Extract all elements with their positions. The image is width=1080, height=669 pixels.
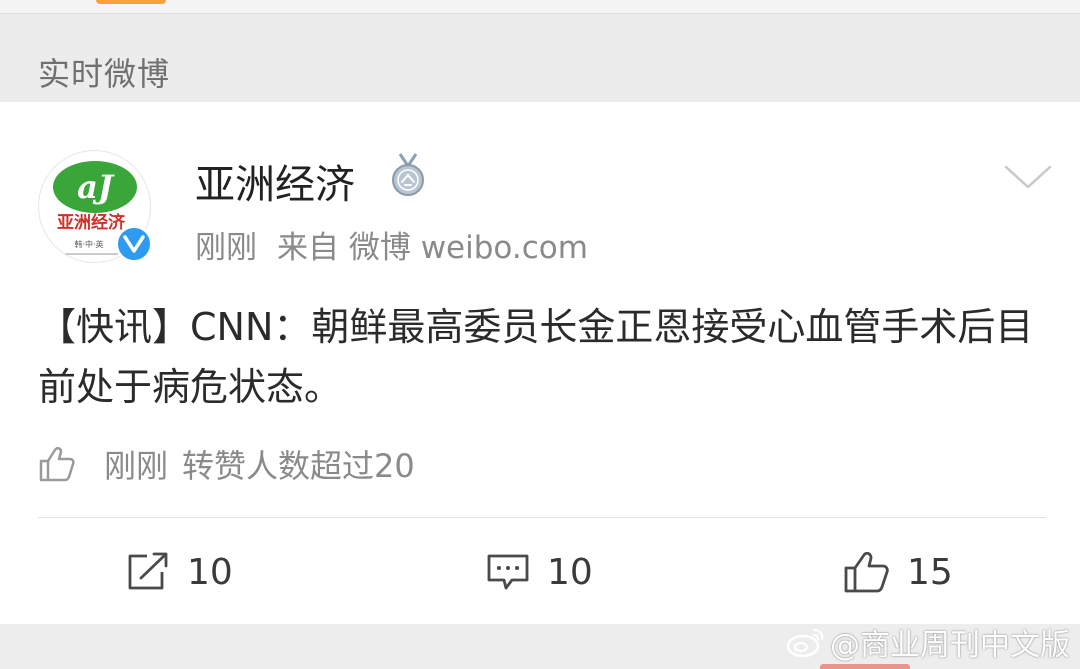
avatar-sub-text: 韩·中·英	[74, 239, 103, 249]
repost-count: 10	[187, 551, 233, 593]
repost-button[interactable]: 10	[125, 550, 233, 594]
like-stats-count: 转赞人数超过20	[182, 447, 415, 485]
post-source[interactable]: 来自 微博 weibo.com	[277, 230, 588, 266]
like-stats-text: 刚刚 转赞人数超过20	[104, 441, 429, 487]
like-stats-row[interactable]: 刚刚 转赞人数超过20	[38, 442, 429, 486]
active-tab-indicator	[96, 0, 166, 4]
watermark: @商业周刊中文版	[786, 620, 1070, 664]
comment-icon	[487, 554, 529, 590]
section-title: 实时微博	[38, 55, 171, 93]
bottom-accent	[820, 664, 910, 669]
post-time: 刚刚	[195, 230, 257, 266]
section-header: 实时微博	[0, 14, 1080, 102]
chevron-down-icon[interactable]	[1003, 162, 1053, 192]
like-button[interactable]: 15	[843, 550, 953, 594]
verified-icon	[115, 225, 153, 263]
post-content: 【快讯】CNN：朝鲜最高委员长金正恩接受心血管手术后目前处于病危状态。	[38, 305, 1034, 409]
weibo-post-card: aJ 亚洲经济 韩·中·英 亚洲经济 刚刚 来自 微博 weibo.com 【快讯…	[0, 102, 1080, 624]
like-stats-time: 刚刚	[104, 447, 169, 485]
watermark-text: @商业周刊中文版	[830, 628, 1070, 663]
divider	[38, 517, 1046, 518]
post-meta: 刚刚 来自 微博 weibo.com	[195, 222, 608, 267]
weibo-logo-icon	[786, 628, 824, 658]
comment-button[interactable]: 10	[485, 550, 593, 594]
like-count: 15	[907, 551, 953, 593]
medal-icon[interactable]	[388, 152, 428, 198]
thumbs-up-icon	[39, 447, 75, 482]
share-icon	[128, 552, 168, 590]
top-strip	[0, 0, 1080, 14]
thumbs-up-icon	[844, 551, 889, 593]
avatar-name-text: 亚洲经济	[57, 212, 126, 233]
username[interactable]: 亚洲经济	[195, 152, 355, 210]
avatar-logo-letters: aJ	[77, 168, 115, 206]
comment-count: 10	[547, 551, 593, 593]
